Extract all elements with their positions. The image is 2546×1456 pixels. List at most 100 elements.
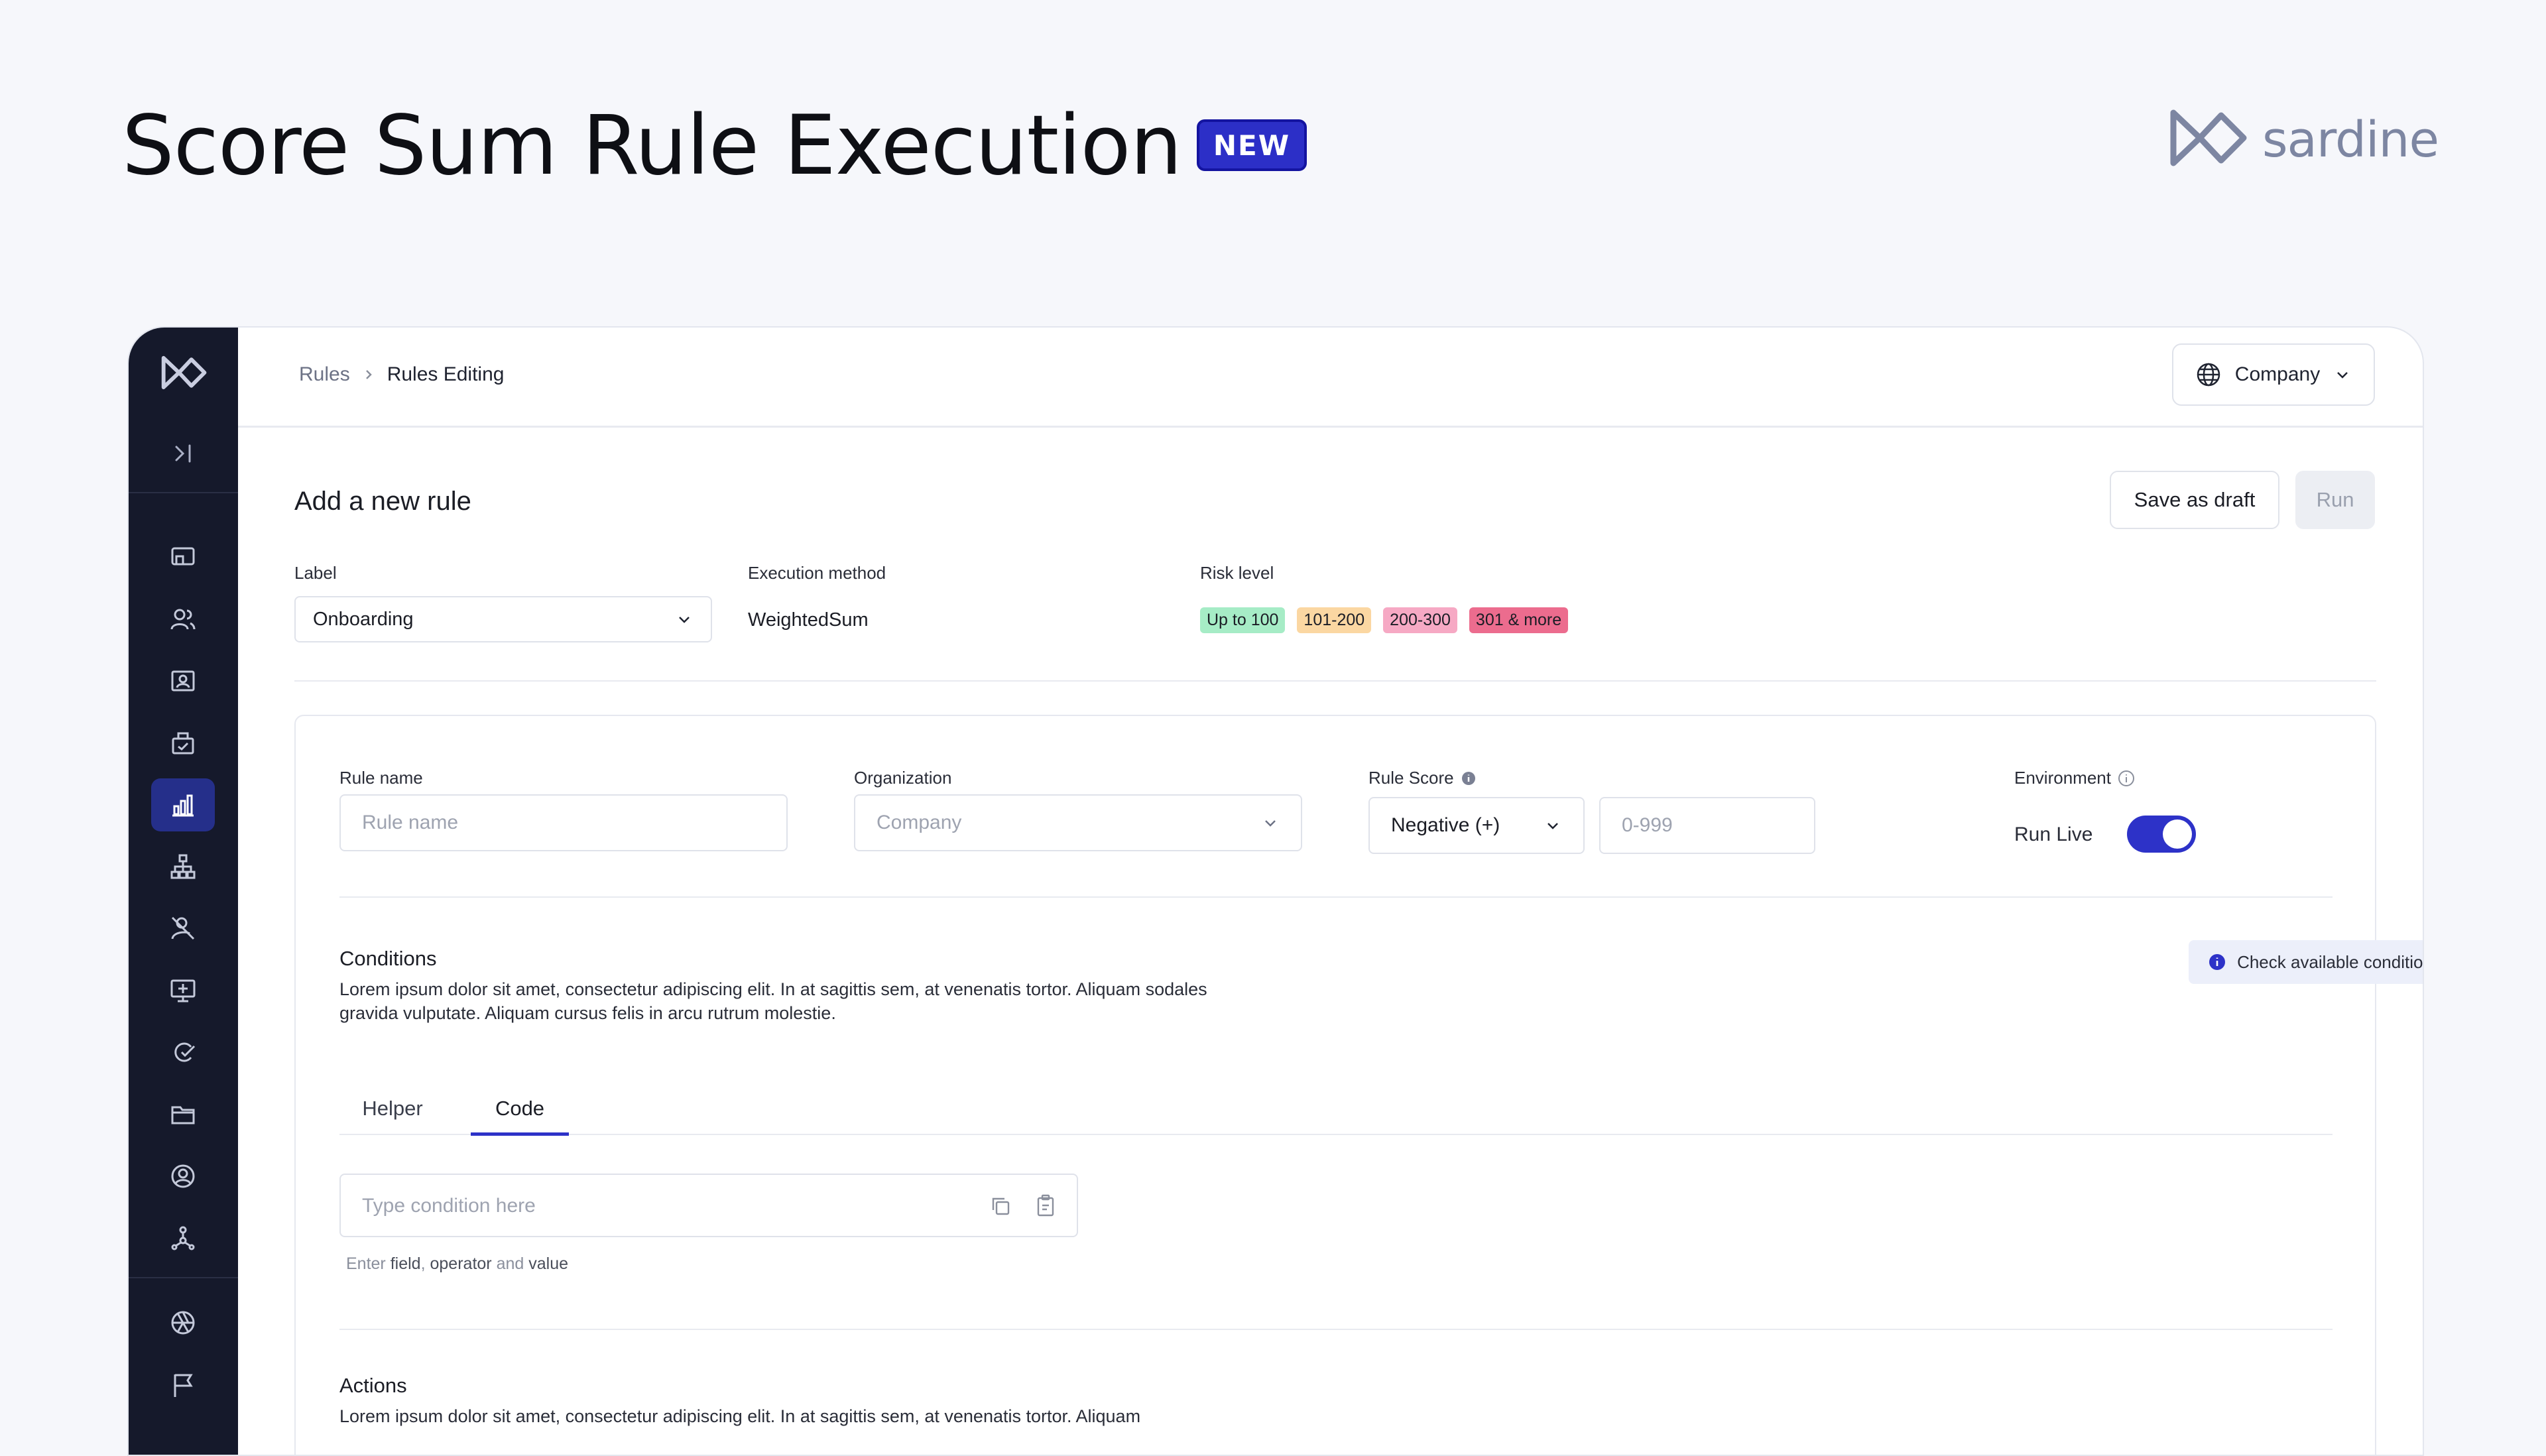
sardine-logo-icon — [2168, 106, 2248, 173]
sidebar-divider — [129, 1277, 238, 1278]
sidebar-item-account[interactable] — [151, 1150, 215, 1203]
sidebar-item-files[interactable] — [151, 1087, 215, 1140]
sidebar-item-hierarchy[interactable] — [151, 840, 215, 893]
network-icon — [171, 1226, 195, 1250]
brand-logo: sardine — [2168, 106, 2439, 173]
rule-score-placeholder: 0-999 — [1622, 814, 1673, 836]
run-live-label: Run Live — [2014, 823, 2093, 845]
risk-level-tags: Up to 100 101-200 200-300 301 & more — [1200, 607, 1569, 633]
sidebar-item-blocked-users[interactable] — [151, 902, 215, 955]
folder-icon — [171, 1106, 195, 1124]
chevron-right-icon — [362, 368, 375, 381]
organization-select[interactable]: Company — [854, 794, 1302, 851]
conditions-title: Conditions — [339, 947, 437, 970]
rule-score-label: Rule Score — [1368, 768, 1454, 788]
info-icon — [2209, 954, 2226, 970]
hierarchy-icon — [170, 854, 196, 879]
run-live-toggle[interactable] — [2127, 816, 2196, 853]
app-logo-icon[interactable] — [160, 354, 207, 394]
rule-score-sign-value: Negative (+) — [1391, 814, 1500, 836]
breadcrumb-rules[interactable]: Rules — [299, 363, 350, 386]
flag-icon — [174, 1374, 193, 1397]
sidebar-item-network[interactable] — [151, 1211, 215, 1264]
helper-text-prefix: Enter — [346, 1254, 386, 1273]
paste-icon[interactable] — [1034, 1193, 1057, 1222]
chevron-down-icon — [1265, 820, 1276, 827]
sidebar-item-dashboard[interactable] — [151, 531, 215, 584]
sidebar-item-integrations[interactable] — [151, 1296, 215, 1349]
organization-label: Organization — [854, 768, 952, 788]
rule-name-label: Rule name — [339, 768, 423, 788]
sidebar-item-reviews[interactable] — [151, 1026, 215, 1079]
chevron-down-icon — [1547, 823, 1558, 829]
tab-code[interactable]: Code — [471, 1085, 569, 1136]
user-circle-icon — [171, 1164, 195, 1188]
sidebar-item-users[interactable] — [151, 593, 215, 646]
risk-tag: 301 & more — [1469, 607, 1569, 633]
company-switcher[interactable]: Company — [2172, 343, 2375, 406]
copy-icon[interactable] — [989, 1195, 1012, 1221]
check-conditions-button[interactable]: Check available conditions — [2189, 940, 2424, 984]
sidebar-item-business[interactable] — [151, 716, 215, 769]
environment-label-group: Environment — [2014, 768, 2135, 788]
rule-score-sign-select[interactable]: Negative (+) — [1368, 797, 1585, 854]
info-outline-icon[interactable] — [2118, 770, 2135, 787]
breadcrumb-current: Rules Editing — [387, 363, 505, 385]
page-title: Add a new rule — [294, 487, 471, 516]
headline: Score Sum Rule Execution — [122, 98, 1182, 194]
check-conditions-label: Check available conditions — [2237, 951, 2424, 972]
check-chat-icon — [174, 1042, 196, 1062]
rule-name-input[interactable]: Rule name — [339, 794, 788, 851]
brand-name: sardine — [2262, 111, 2439, 168]
aperture-icon — [171, 1311, 195, 1335]
save-as-draft-button[interactable]: Save as draft — [2110, 471, 2279, 529]
conditions-description: Lorem ipsum dolor sit amet, consectetur … — [339, 979, 1207, 1023]
breadcrumb: Rules Rules Editing — [299, 363, 504, 386]
actions-title: Actions — [339, 1374, 407, 1397]
condition-helper-text: Enter field, operator and value — [346, 1254, 568, 1274]
execution-method-value: WeightedSum — [748, 609, 869, 631]
sidebar-item-identity[interactable] — [151, 654, 215, 707]
helper-text-operator: operator — [430, 1254, 492, 1273]
label-field-label: Label — [294, 563, 337, 583]
condition-input[interactable]: Type condition here — [339, 1174, 1078, 1237]
risk-tag: 101-200 — [1297, 607, 1372, 633]
briefcase-icon — [172, 732, 194, 755]
monitor-plus-icon — [170, 979, 196, 1002]
condition-tabs: Helper Code — [339, 1085, 2333, 1136]
label-select-value: Onboarding — [313, 608, 414, 630]
helper-text-field: field — [390, 1254, 421, 1273]
rule-score-label-group: Rule Score — [1368, 768, 1477, 788]
rule-score-input[interactable]: 0-999 — [1599, 797, 1815, 854]
toggle-knob — [2163, 819, 2192, 849]
bar-chart-icon — [172, 794, 194, 817]
info-icon[interactable] — [1461, 770, 1477, 786]
organization-value: Company — [877, 812, 962, 833]
section-divider — [339, 1329, 2333, 1330]
expand-sidebar-icon[interactable] — [170, 440, 196, 470]
sidebar-item-analytics[interactable] — [151, 778, 215, 831]
globe-icon — [2197, 363, 2220, 387]
helper-text-value: value — [528, 1254, 569, 1273]
execution-method-label: Execution method — [748, 563, 886, 583]
user-off-icon — [171, 916, 195, 940]
chevron-down-icon — [679, 617, 690, 623]
tab-helper[interactable]: Helper — [339, 1085, 446, 1132]
risk-tag: 200-300 — [1383, 607, 1457, 633]
label-select[interactable]: Onboarding — [294, 596, 712, 642]
risk-level-label: Risk level — [1200, 563, 1274, 583]
sidebar-item-reports[interactable] — [151, 1359, 215, 1412]
helper-text-and: and — [496, 1254, 524, 1273]
rule-form-card: Rule name Rule name Organization Company… — [294, 715, 2423, 1455]
sidebar-item-devices[interactable] — [151, 964, 215, 1017]
section-divider — [339, 896, 2333, 898]
risk-tag: Up to 100 — [1200, 607, 1286, 633]
sidebar-divider — [129, 492, 238, 493]
new-badge: NEW — [1197, 119, 1307, 171]
condition-placeholder: Type condition here — [362, 1195, 536, 1217]
run-button[interactable]: Run — [2295, 471, 2375, 529]
top-bar: Rules Rules Editing Company — [238, 328, 2423, 428]
environment-label: Environment — [2014, 768, 2111, 788]
rule-name-placeholder: Rule name — [362, 812, 459, 833]
users-icon — [170, 609, 196, 630]
